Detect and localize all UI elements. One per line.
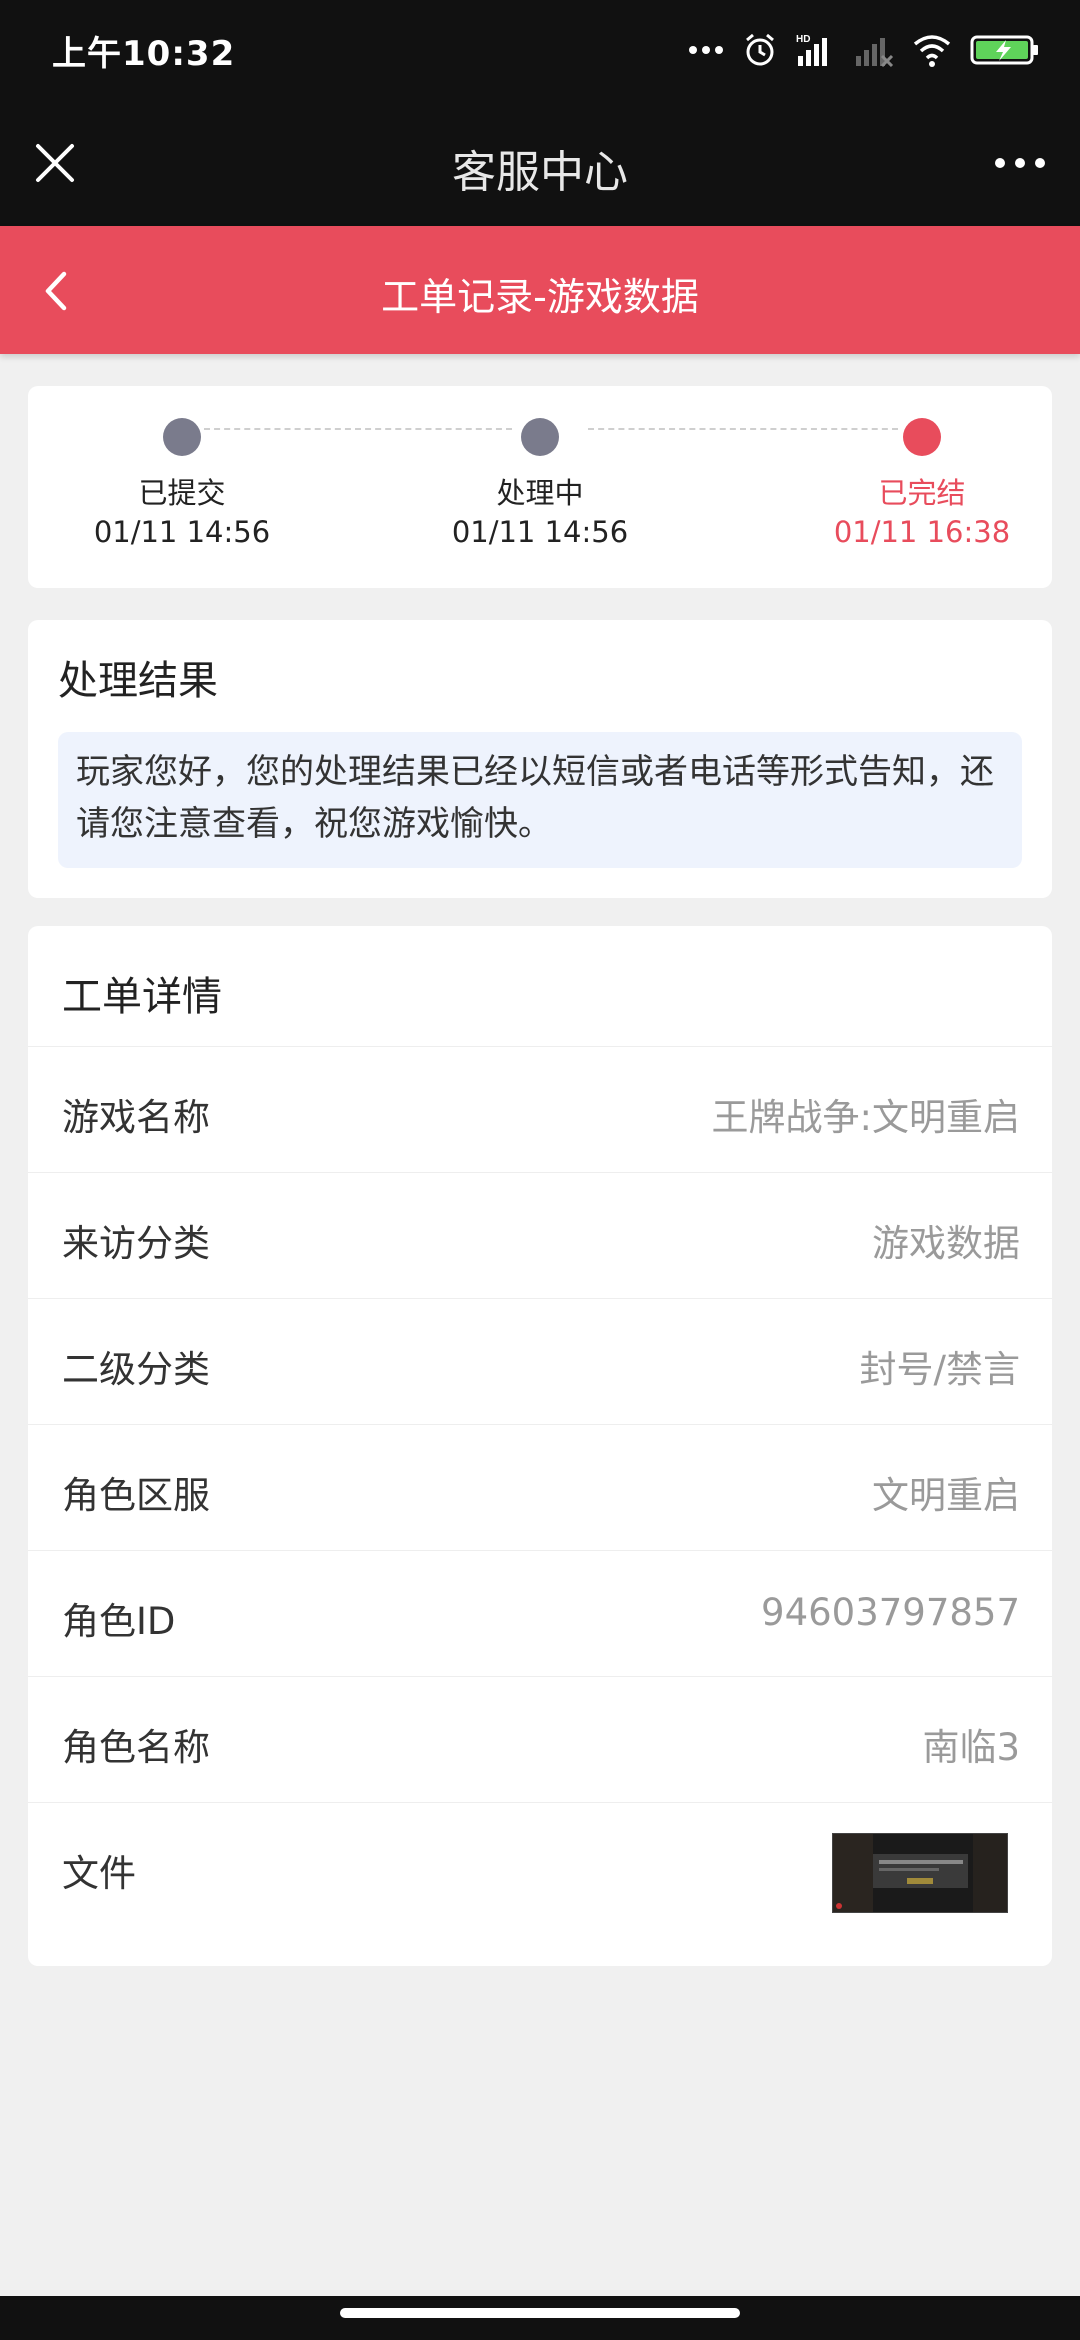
step-dot bbox=[163, 418, 201, 456]
detail-value: 文明重启 bbox=[872, 1474, 1020, 1517]
detail-value: 游戏数据 bbox=[872, 1222, 1020, 1265]
details-card: 工单详情 游戏名称 王牌战争:文明重启 来访分类 游戏数据 二级分类 封号/禁言… bbox=[28, 926, 1052, 1966]
page-header: 工单记录-游戏数据 bbox=[0, 226, 1080, 354]
detail-key: 文件 bbox=[62, 1852, 136, 1895]
detail-key: 角色区服 bbox=[62, 1474, 210, 1517]
detail-row-file: 文件 bbox=[28, 1802, 1052, 1929]
detail-row-subcategory: 二级分类 封号/禁言 bbox=[28, 1298, 1052, 1425]
detail-row-game-name: 游戏名称 王牌战争:文明重启 bbox=[28, 1046, 1052, 1173]
step-submitted: 已提交 01/11 14:56 bbox=[72, 418, 292, 552]
detail-key: 角色名称 bbox=[62, 1726, 210, 1769]
detail-row-server: 角色区服 文明重启 bbox=[28, 1424, 1052, 1551]
home-indicator[interactable] bbox=[340, 2308, 740, 2318]
status-icons: HD bbox=[688, 28, 1040, 72]
battery-charging-icon bbox=[970, 32, 1040, 68]
step-label: 处理中 bbox=[496, 476, 584, 510]
more-dots-icon bbox=[688, 44, 724, 56]
alarm-icon bbox=[742, 32, 778, 68]
detail-key: 来访分类 bbox=[62, 1222, 210, 1265]
file-thumbnail[interactable] bbox=[832, 1833, 1008, 1913]
step-completed: 已完结 01/11 16:38 bbox=[812, 418, 1032, 552]
home-indicator-bar bbox=[0, 2296, 1080, 2340]
result-message: 玩家您好，您的处理结果已经以短信或者电话等形式告知，还请您注意查看，祝您游戏愉快… bbox=[58, 732, 1022, 868]
status-time: 上午10:32 bbox=[52, 34, 236, 74]
app-title-bar: 客服中心 bbox=[0, 100, 1080, 226]
detail-row-role-id: 角色ID 94603797857 bbox=[28, 1550, 1052, 1677]
progress-card: 已提交 01/11 14:56 处理中 01/11 14:56 已完结 01/1… bbox=[28, 386, 1052, 588]
detail-key: 游戏名称 bbox=[62, 1096, 210, 1139]
step-time: 01/11 14:56 bbox=[93, 515, 271, 549]
detail-value: 王牌战争:文明重启 bbox=[711, 1096, 1020, 1139]
page-title: 工单记录-游戏数据 bbox=[381, 275, 699, 319]
result-card: 处理结果 玩家您好，您的处理结果已经以短信或者电话等形式告知，还请您注意查看，祝… bbox=[28, 620, 1052, 898]
step-time: 01/11 16:38 bbox=[833, 515, 1011, 549]
step-dot bbox=[903, 418, 941, 456]
svg-text:HD: HD bbox=[796, 34, 810, 45]
details-heading: 工单详情 bbox=[62, 974, 222, 1020]
step-label: 已完结 bbox=[878, 476, 966, 510]
detail-key: 角色ID bbox=[62, 1600, 176, 1643]
step-time: 01/11 14:56 bbox=[451, 515, 629, 549]
detail-value: 94603797857 bbox=[761, 1591, 1020, 1634]
app-title: 客服中心 bbox=[452, 147, 628, 198]
step-processing: 处理中 01/11 14:56 bbox=[430, 418, 650, 552]
detail-value: 封号/禁言 bbox=[859, 1348, 1020, 1391]
step-label: 已提交 bbox=[138, 476, 226, 510]
detail-value: 南临3 bbox=[922, 1726, 1020, 1769]
wifi-icon bbox=[912, 32, 952, 68]
more-icon[interactable] bbox=[990, 138, 1050, 188]
result-heading: 处理结果 bbox=[58, 658, 218, 704]
hd-signal-icon: HD bbox=[796, 32, 836, 68]
signal-off-icon bbox=[854, 32, 894, 68]
detail-key: 二级分类 bbox=[62, 1348, 210, 1391]
step-dot bbox=[521, 418, 559, 456]
detail-row-category: 来访分类 游戏数据 bbox=[28, 1172, 1052, 1299]
status-bar: 上午10:32 HD bbox=[0, 0, 1080, 100]
detail-row-role-name: 角色名称 南临3 bbox=[28, 1676, 1052, 1803]
